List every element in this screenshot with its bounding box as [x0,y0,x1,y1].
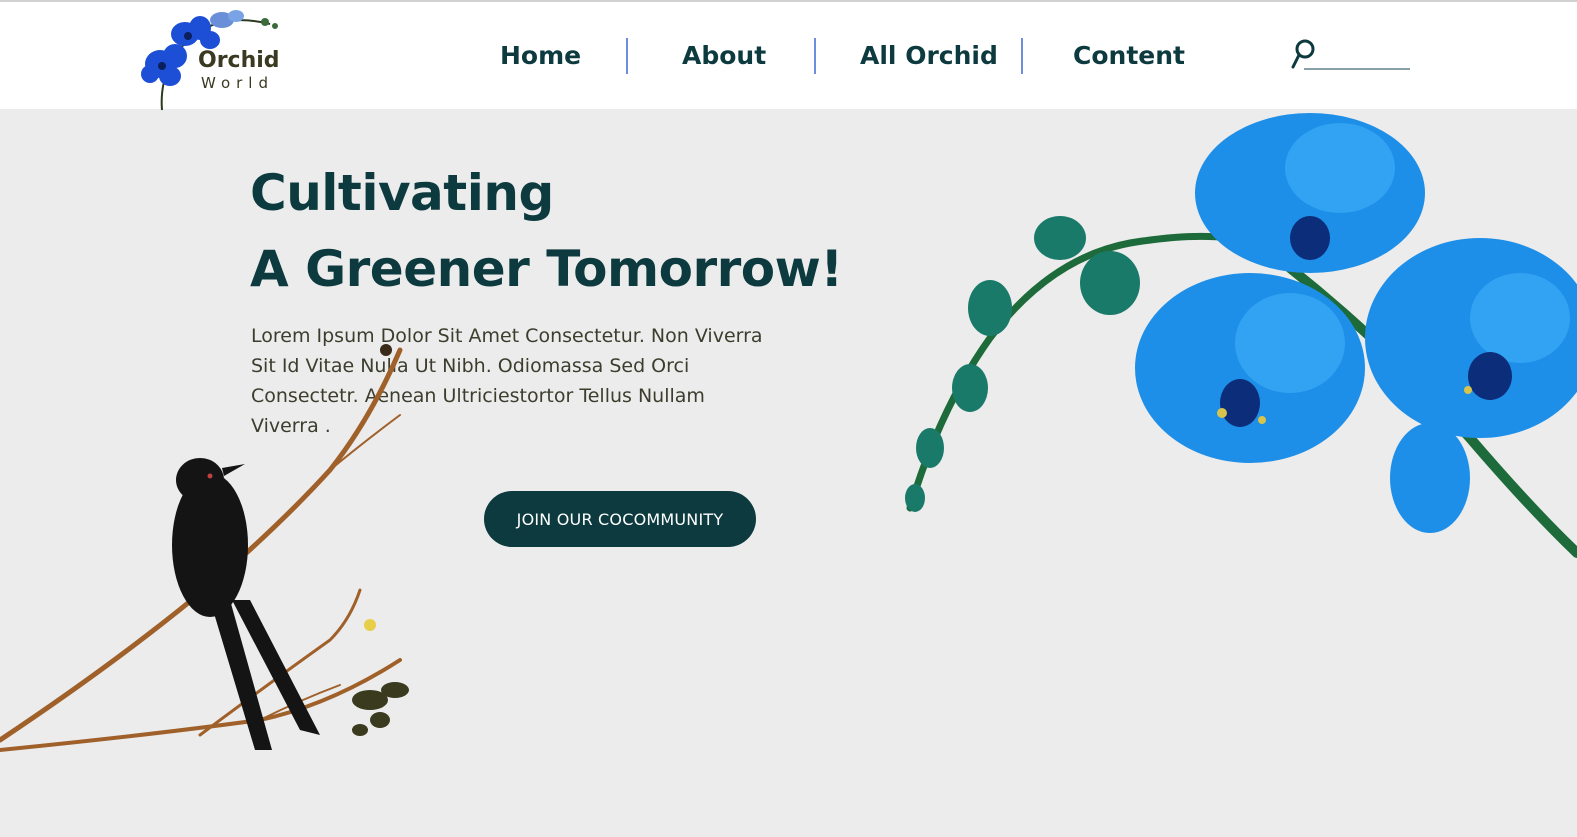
search-box[interactable] [1290,38,1412,70]
nav-separator [1021,38,1023,74]
logo[interactable]: Orchid World [140,6,290,112]
logo-subtitle: World [201,74,274,92]
logo-title: Orchid [198,48,280,73]
nav-separator [626,38,628,74]
nav-content[interactable]: Content [1073,36,1185,76]
nav-all-orchid[interactable]: All Orchid [860,36,998,76]
nav-home[interactable]: Home [500,36,581,76]
hero-title-line2: A Greener Tomorrow! [250,240,843,298]
search-input-underline[interactable] [1304,68,1410,70]
search-icon[interactable] [1290,38,1316,70]
nav-separator [814,38,816,74]
join-community-button[interactable]: JOIN OUR COCOMMUNITY [484,491,756,547]
nav-about[interactable]: About [682,36,766,76]
site-header: Orchid World Home About All Orchid Conte… [0,2,1577,112]
hero-title-line1: Cultivating [250,164,554,222]
orchid-illustration [905,113,1577,558]
bird-branch-illustration [0,344,409,752]
